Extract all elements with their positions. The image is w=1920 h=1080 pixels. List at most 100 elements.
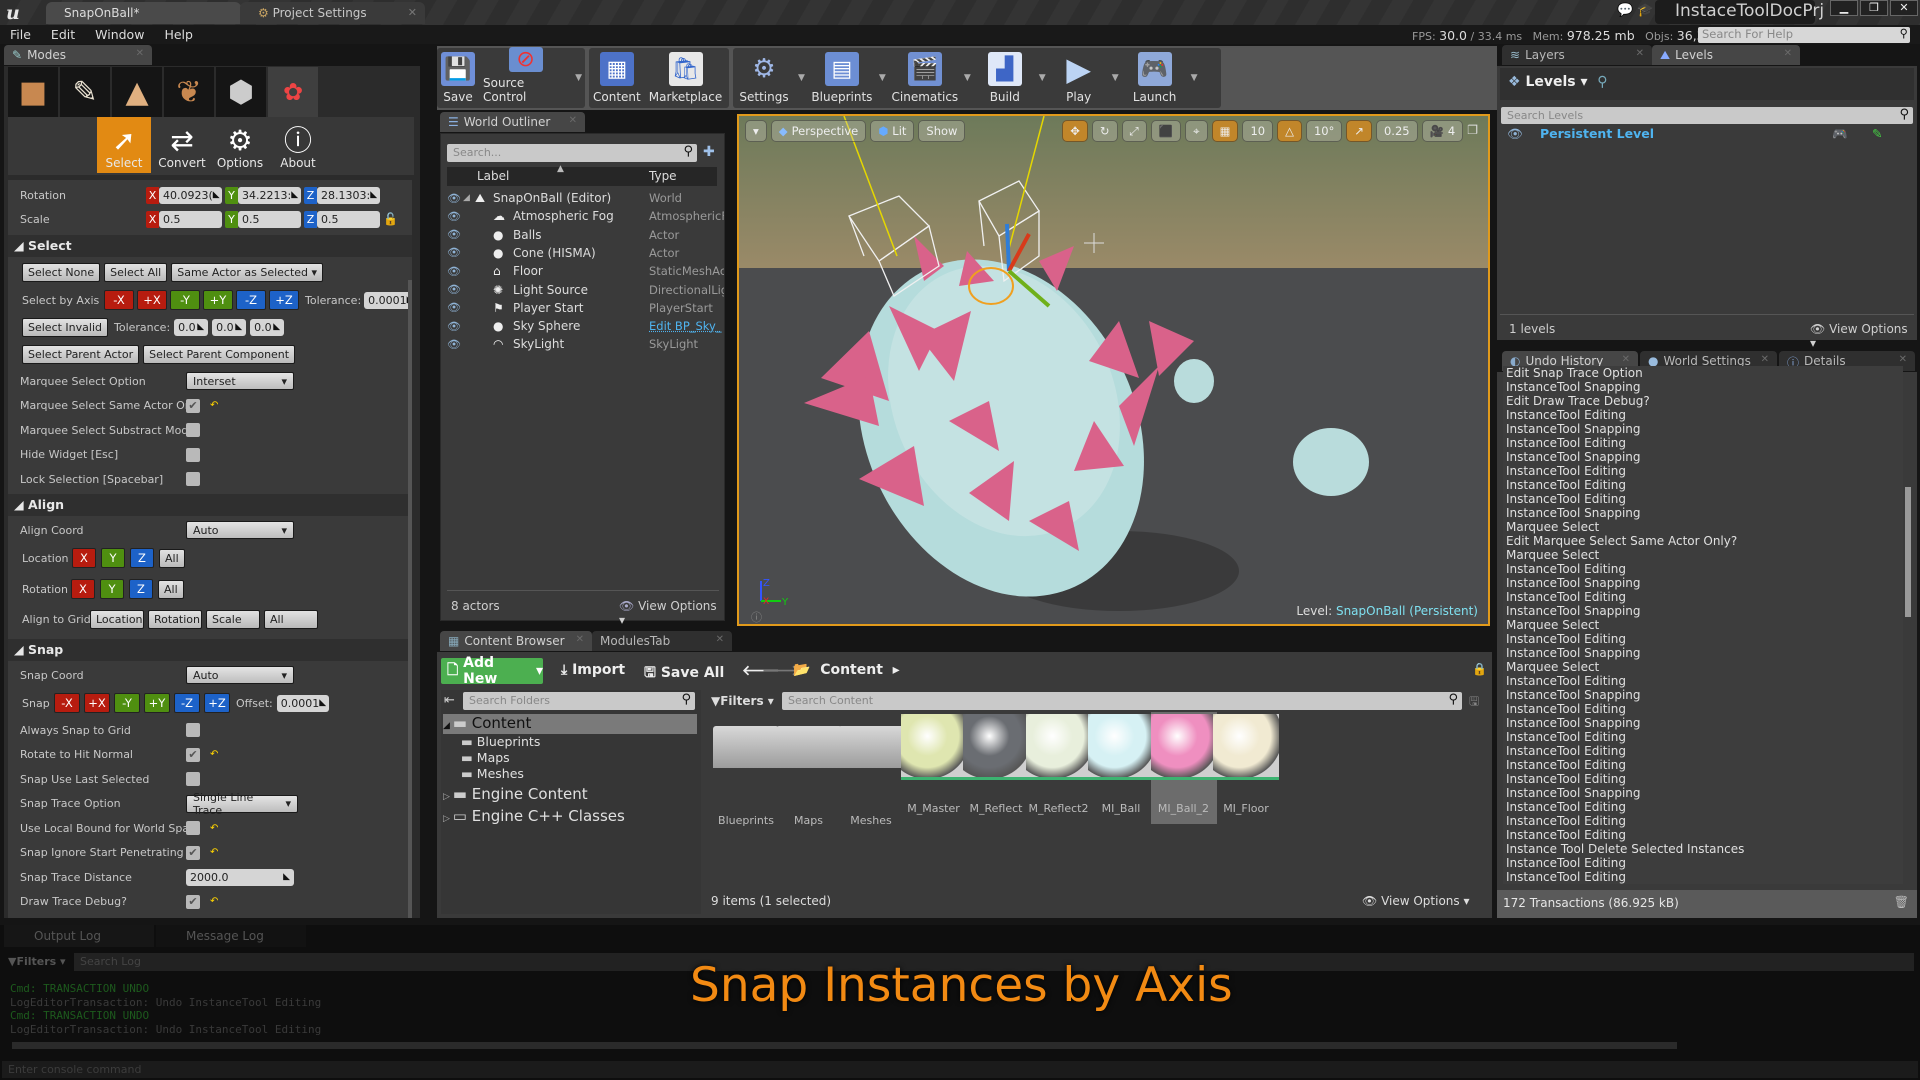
tab-modules[interactable]: ModulesTab ✕ (592, 631, 732, 651)
lock-icon[interactable]: 🔒 (1472, 662, 1487, 676)
rotation-x-field[interactable]: 40.0923(◣ (159, 186, 222, 204)
outliner-row[interactable]: 👁 ⌂ Floor StaticMeshAc (441, 262, 726, 280)
undo-entry[interactable]: InstanceTool Editing (1503, 632, 1903, 646)
undo-entry[interactable]: InstanceTool Editing (1503, 772, 1903, 786)
snap-plus-z-button[interactable]: +Z (204, 693, 230, 713)
tab-layers[interactable]: ≋ Layers ✕ (1502, 45, 1652, 65)
menu-edit[interactable]: Edit (41, 27, 85, 42)
snap-plus-x-button[interactable]: +X (84, 693, 110, 713)
maximize-button[interactable]: ❐ (1860, 0, 1888, 16)
undo-entry[interactable]: InstanceTool Snapping (1503, 576, 1903, 590)
foliage-mode-icon[interactable]: ❦ (164, 67, 214, 117)
undo-entry[interactable]: InstanceTool Snapping (1503, 716, 1903, 730)
tool-options[interactable]: ⚙ Options (213, 117, 267, 173)
section-snap[interactable]: ◢ Snap (8, 639, 412, 661)
filters-button[interactable]: ▼Filters ▾ (711, 694, 774, 708)
chevron-down-icon[interactable]: ▼ (876, 73, 889, 83)
close-icon[interactable]: ✕ (716, 634, 724, 651)
chevron-down-icon[interactable]: ▼ (795, 73, 808, 83)
undo-entry[interactable]: InstanceTool Snapping (1503, 380, 1903, 394)
eye-icon[interactable]: 👁 (447, 192, 461, 205)
align-grid-all-button[interactable]: All (264, 609, 318, 629)
checkbox[interactable]: ✔ (186, 747, 200, 762)
select-none-button[interactable]: Select None (22, 262, 101, 282)
tool-select[interactable]: ➚ Select (97, 117, 151, 173)
tool-about[interactable]: ⓘ About (271, 117, 325, 173)
undo-entry[interactable]: InstanceTool Editing (1503, 702, 1903, 716)
asset-tile[interactable]: MI_Ball_2 (1150, 712, 1217, 824)
same-actor-combo[interactable]: Same Actor as Selected ▾ (171, 262, 324, 282)
doc-tab-project-settings[interactable]: ⚙ Project Settings ✕ (240, 2, 425, 24)
tree-folder[interactable]: ▷ ▭ Engine C++ Classes (443, 807, 625, 825)
undo-entry[interactable]: InstanceTool Snapping (1503, 450, 1903, 464)
chevron-down-icon[interactable]: ▼ (1109, 73, 1122, 83)
outliner-row[interactable]: 👁 ◢ ⛰ SnapOnBall (Editor) World (441, 189, 726, 207)
snap-minus-z-button[interactable]: -Z (174, 693, 200, 713)
align-rotation-y-button[interactable]: Y (100, 579, 124, 599)
actor-type[interactable]: Edit BP_Sky_ (649, 319, 724, 333)
toggle-sources-icon[interactable]: ⇤ (444, 693, 455, 708)
asset-tile[interactable]: M_Reflect2 (1025, 714, 1092, 815)
checkbox[interactable] (186, 723, 200, 737)
viewport-menu-button[interactable]: ▾ (745, 120, 767, 142)
select-all-button[interactable]: Select All (104, 262, 168, 282)
asset-tile[interactable]: M_Master (900, 714, 967, 815)
tab-levels[interactable]: ⛰ Levels ✕ (1652, 45, 1800, 65)
align-location-z-button[interactable]: Z (130, 548, 154, 568)
undo-entry[interactable]: InstanceTool Editing (1503, 730, 1903, 744)
undo-entry[interactable]: Marquee Select (1503, 618, 1903, 632)
tab-content-browser[interactable]: ▦ Content Browser ✕ (440, 631, 592, 651)
reset-to-default-icon[interactable]: ↶ (210, 896, 218, 907)
search-levels-input[interactable]: Search Levels ⚲ (1501, 107, 1913, 124)
align-rotation-x-button[interactable]: X (71, 579, 95, 599)
undo-entry[interactable]: InstanceTool Editing (1503, 758, 1903, 772)
section-align[interactable]: ◢ Align (8, 494, 412, 516)
column-type-header[interactable]: Type (649, 169, 677, 183)
tree-folder[interactable]: ▬ Maps (461, 750, 510, 765)
small-ball-2[interactable] (1293, 428, 1369, 496)
eye-icon[interactable]: 👁 (447, 210, 461, 223)
section-select[interactable]: ◢ Select (8, 235, 412, 257)
select-parent-actor-button[interactable]: Select Parent Actor (22, 344, 140, 364)
undo-entry[interactable]: InstanceTool Snapping (1503, 422, 1903, 436)
log-filters-button[interactable]: ▼Filters ▾ (8, 955, 66, 968)
toolbar-blueprints-button[interactable]: ▤ Blueprints (808, 48, 876, 108)
eye-icon[interactable]: 👁 (447, 301, 461, 314)
trash-icon[interactable]: 🗑 (1894, 895, 1909, 909)
outliner-row[interactable]: 👁 ● Cone (HISMA) Actor (441, 244, 726, 262)
undo-entry[interactable]: InstanceTool Editing (1503, 464, 1903, 478)
level-viewport[interactable]: ZY X ⓘ ▾ ◆ Perspective ⬢ Lit Show ✥ ↻ ⤢ ⬛ ⌖… (737, 114, 1490, 626)
toolbar-cinematics-button[interactable]: 🎬 Cinematics (889, 48, 961, 108)
outliner-row[interactable]: 👁 ● Balls Actor (441, 226, 726, 244)
checkbox[interactable] (186, 772, 200, 786)
rotation-y-field[interactable]: 34.2213: ◣ (238, 186, 301, 204)
search-content-input[interactable]: Search Content ⚲ (782, 692, 1462, 710)
undo-entry[interactable]: InstanceTool Editing (1503, 436, 1903, 450)
reset-to-default-icon[interactable]: ↶ (210, 847, 218, 858)
grid-snap-value[interactable]: 10 (1242, 120, 1274, 142)
save-search-icon[interactable]: 🖫 (1469, 692, 1479, 713)
expand-arrow-icon[interactable]: ▷ (443, 792, 453, 802)
place-mode-icon[interactable]: ■ (8, 67, 58, 117)
doc-tab-level[interactable]: SnapOnBall* (46, 2, 241, 24)
rotation-snap-toggle-icon[interactable]: △ (1277, 120, 1302, 142)
column-label-header[interactable]: Label (477, 169, 509, 183)
scale-mode-icon[interactable]: ⤢ (1121, 120, 1147, 142)
number-field[interactable]: 2000.0 ◣ (186, 868, 294, 886)
toolbar-marketplace-button[interactable]: 🛍 Marketplace (645, 48, 727, 108)
camera-speed-button[interactable]: 🎥 4 (1421, 120, 1464, 142)
undo-entry[interactable]: Edit Marquee Select Same Actor Only? (1503, 534, 1903, 548)
eye-icon[interactable]: 👁 (447, 265, 461, 278)
align-location-x-button[interactable]: X (72, 548, 96, 568)
undo-entry[interactable]: InstanceTool Editing (1503, 590, 1903, 604)
outliner-search-input[interactable]: Search... ⚲ (447, 144, 697, 162)
close-icon[interactable]: ✕ (136, 48, 144, 65)
chevron-down-icon[interactable]: ▼ (572, 73, 585, 83)
undo-scrollbar[interactable] (1905, 487, 1911, 617)
chevron-down-icon[interactable]: ▼ (1036, 73, 1049, 83)
undo-entry[interactable]: InstanceTool Snapping (1503, 604, 1903, 618)
minimize-button[interactable]: ▁ (1830, 0, 1858, 16)
invalid-tolerance-y[interactable]: 0.0 ◣ (212, 318, 247, 336)
scale-snap-toggle-icon[interactable]: ↗ (1346, 120, 1372, 142)
import-button[interactable]: ⤓ Import (561, 662, 625, 678)
